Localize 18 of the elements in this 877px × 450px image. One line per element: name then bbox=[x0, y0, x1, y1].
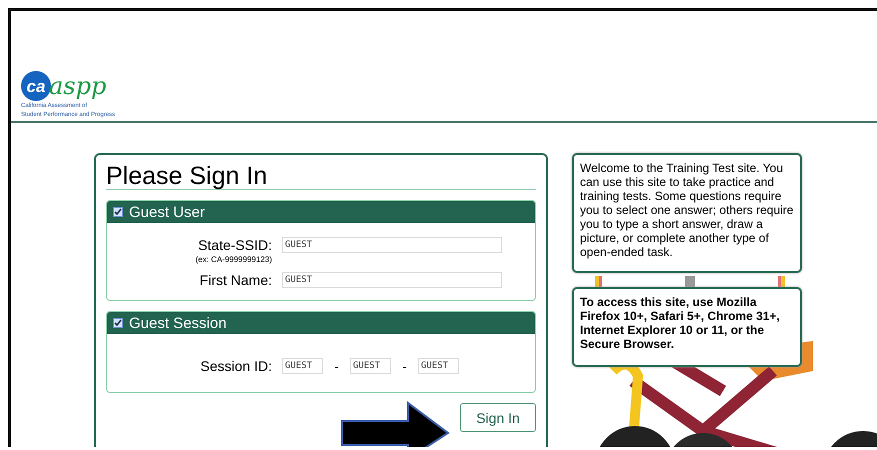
info-message: Welcome to the Training Test site. You can use this site to take practice and training tests. Some questions require you to select one answer; others require you to type a short answer, draw a picture, or complete another type of open-ended task. bbox=[572, 153, 802, 273]
page-heading: Please Sign In bbox=[106, 163, 536, 190]
separator-dash: - bbox=[333, 358, 340, 374]
field-hint: (ex: CA-9999999123) bbox=[194, 255, 273, 264]
text-input[interactable]: GUEST bbox=[418, 358, 459, 374]
separator-dash: - bbox=[401, 358, 408, 374]
logo-emblem: ca bbox=[21, 71, 51, 101]
field-label: Session ID: bbox=[199, 358, 273, 374]
sign-in-button[interactable]: Sign In bbox=[460, 403, 536, 432]
text-input[interactable]: GUEST bbox=[282, 237, 502, 253]
section-header: Guest User bbox=[107, 201, 535, 223]
field-label: State-SSID: bbox=[197, 237, 273, 253]
text-input[interactable]: GUEST bbox=[350, 358, 391, 374]
text-input[interactable]: GUEST bbox=[282, 358, 323, 374]
section-header: Guest Session bbox=[107, 312, 535, 334]
info-message: To access this site, use Mozilla Firefox 10+, Safari 5+, Chrome 31+, Internet Explorer 10 or 11, or the Secure Browser. bbox=[572, 287, 802, 367]
text-input[interactable]: GUEST bbox=[282, 272, 502, 288]
field-label: First Name: bbox=[198, 272, 273, 288]
